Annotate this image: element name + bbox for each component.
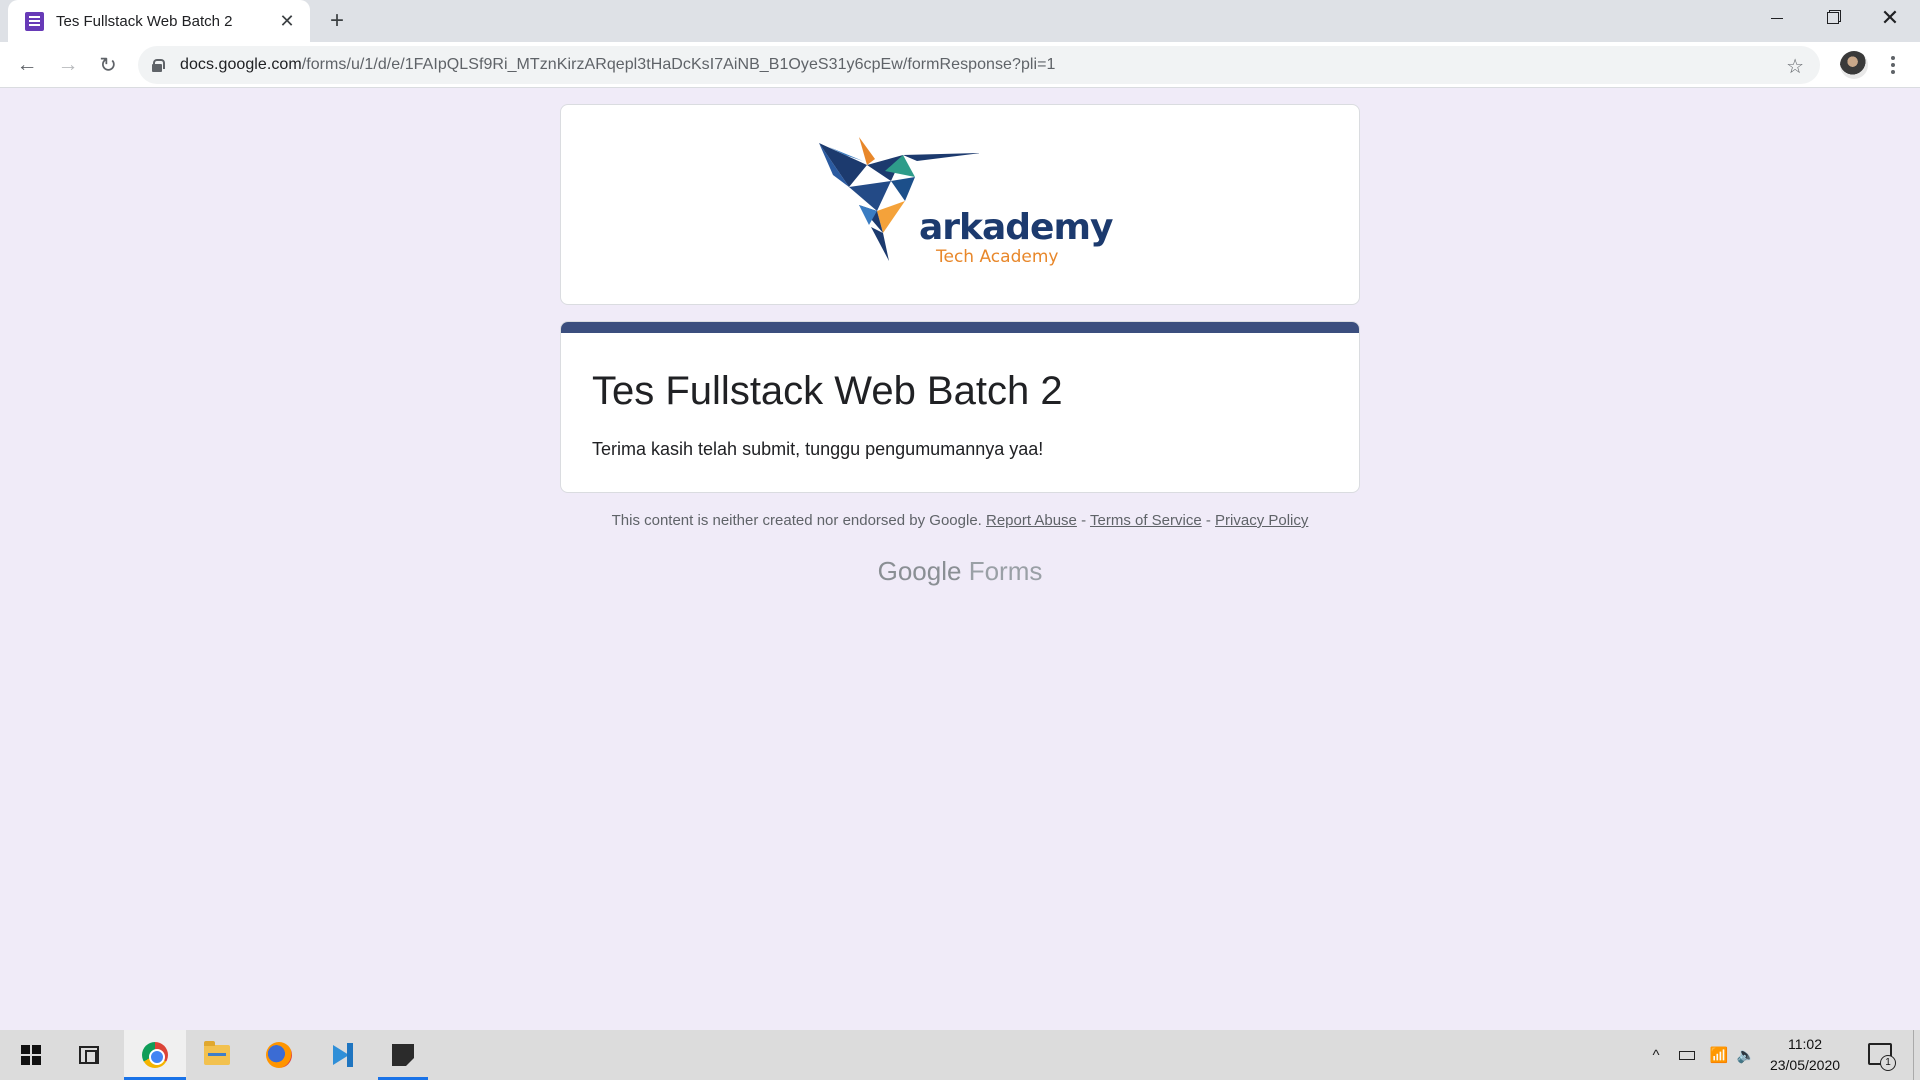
google-forms-favicon-icon — [25, 11, 44, 31]
notification-count-badge: 1 — [1880, 1055, 1896, 1071]
separator: - — [1205, 512, 1211, 529]
report-abuse-link[interactable]: Report Abuse — [986, 512, 1077, 529]
battery-icon[interactable] — [1676, 1030, 1698, 1080]
show-desktop-button[interactable] — [1913, 1030, 1914, 1080]
taskbar-vscode[interactable] — [310, 1030, 372, 1080]
privacy-policy-link[interactable]: Privacy Policy — [1215, 512, 1308, 529]
sticky-notes-icon — [392, 1044, 414, 1066]
taskbar-firefox[interactable] — [248, 1030, 310, 1080]
terms-of-service-link[interactable]: Terms of Service — [1090, 512, 1202, 529]
window-close-button[interactable]: ✕ — [1862, 0, 1918, 36]
volume-icon[interactable]: 🔈 — [1735, 1030, 1757, 1080]
disclaimer-text: This content is neither created nor endo… — [611, 512, 982, 529]
action-center-icon[interactable]: 1 — [1868, 1043, 1896, 1071]
task-view-button[interactable] — [58, 1030, 120, 1080]
tray-overflow-chevron-icon[interactable]: ^ — [1646, 1030, 1666, 1080]
profile-avatar[interactable] — [1840, 51, 1868, 79]
reload-icon[interactable]: ↻ — [92, 49, 124, 81]
google-forms-footer-logo[interactable]: Google Forms — [560, 556, 1360, 587]
url-path: /forms/u/1/d/e/1FAIpQLSf9Ri_MTznKirzARqe… — [301, 56, 1056, 73]
system-clock[interactable]: 11:02 23/05/2020 — [1760, 1034, 1850, 1076]
taskbar-sticky-notes[interactable] — [372, 1030, 434, 1080]
wifi-icon[interactable]: 📶 — [1708, 1030, 1730, 1080]
forms-wordmark: Forms — [968, 556, 1043, 586]
taskbar-chrome[interactable] — [124, 1030, 186, 1080]
logo-tagline: Tech Academy — [936, 247, 1059, 267]
browser-titlebar: Tes Fullstack Web Batch 2 ✕ + ✕ — [0, 0, 1920, 42]
clock-time: 11:02 — [1788, 1036, 1822, 1052]
arkademy-logo: arkademy Tech Academy — [819, 135, 1119, 275]
tab-close-icon[interactable]: ✕ — [276, 10, 298, 32]
bookmark-star-icon[interactable]: ☆ — [1786, 54, 1804, 79]
browser-tab[interactable]: Tes Fullstack Web Batch 2 ✕ — [8, 0, 310, 42]
footer-disclaimer: This content is neither created nor endo… — [560, 512, 1360, 529]
logo-wordmark: arkademy — [919, 207, 1113, 248]
windows-logo-icon — [21, 1045, 41, 1065]
address-bar[interactable]: docs.google.com/forms/u/1/d/e/1FAIpQLSf9… — [138, 46, 1820, 84]
file-explorer-icon — [204, 1041, 230, 1065]
separator: - — [1081, 512, 1087, 529]
forward-arrow-icon[interactable]: → — [52, 49, 84, 81]
form-confirmation-card: Tes Fullstack Web Batch 2 Terima kasih t… — [560, 321, 1360, 493]
firefox-icon — [266, 1042, 292, 1068]
window-minimize-button[interactable] — [1749, 0, 1805, 36]
card-accent-bar — [561, 322, 1359, 333]
form-header-image-card: arkademy Tech Academy — [560, 104, 1360, 305]
back-arrow-icon[interactable]: ← — [11, 49, 43, 81]
chrome-icon — [142, 1042, 168, 1068]
task-view-icon — [79, 1046, 99, 1064]
tab-title: Tes Fullstack Web Batch 2 — [56, 12, 233, 30]
clock-date: 23/05/2020 — [1769, 1057, 1841, 1073]
browser-toolbar: ← → ↻ docs.google.com/forms/u/1/d/e/1FAI… — [0, 42, 1920, 88]
browser-menu-icon[interactable] — [1885, 52, 1901, 78]
url-text[interactable]: docs.google.com/forms/u/1/d/e/1FAIpQLSf9… — [180, 56, 1055, 74]
taskbar-file-explorer[interactable] — [186, 1030, 248, 1080]
window-restore-button[interactable] — [1805, 0, 1861, 36]
new-tab-button[interactable]: + — [322, 6, 352, 36]
url-host: docs.google.com — [180, 56, 302, 73]
vscode-icon — [329, 1043, 353, 1067]
form-title: Tes Fullstack Web Batch 2 — [592, 369, 1063, 413]
start-button[interactable] — [0, 1030, 62, 1080]
google-wordmark: Google — [877, 556, 962, 586]
lock-icon[interactable] — [152, 58, 165, 72]
windows-taskbar: ^ 📶 🔈 11:02 23/05/2020 1 — [0, 1030, 1920, 1080]
confirmation-message: Terima kasih telah submit, tunggu pengum… — [592, 439, 1044, 459]
